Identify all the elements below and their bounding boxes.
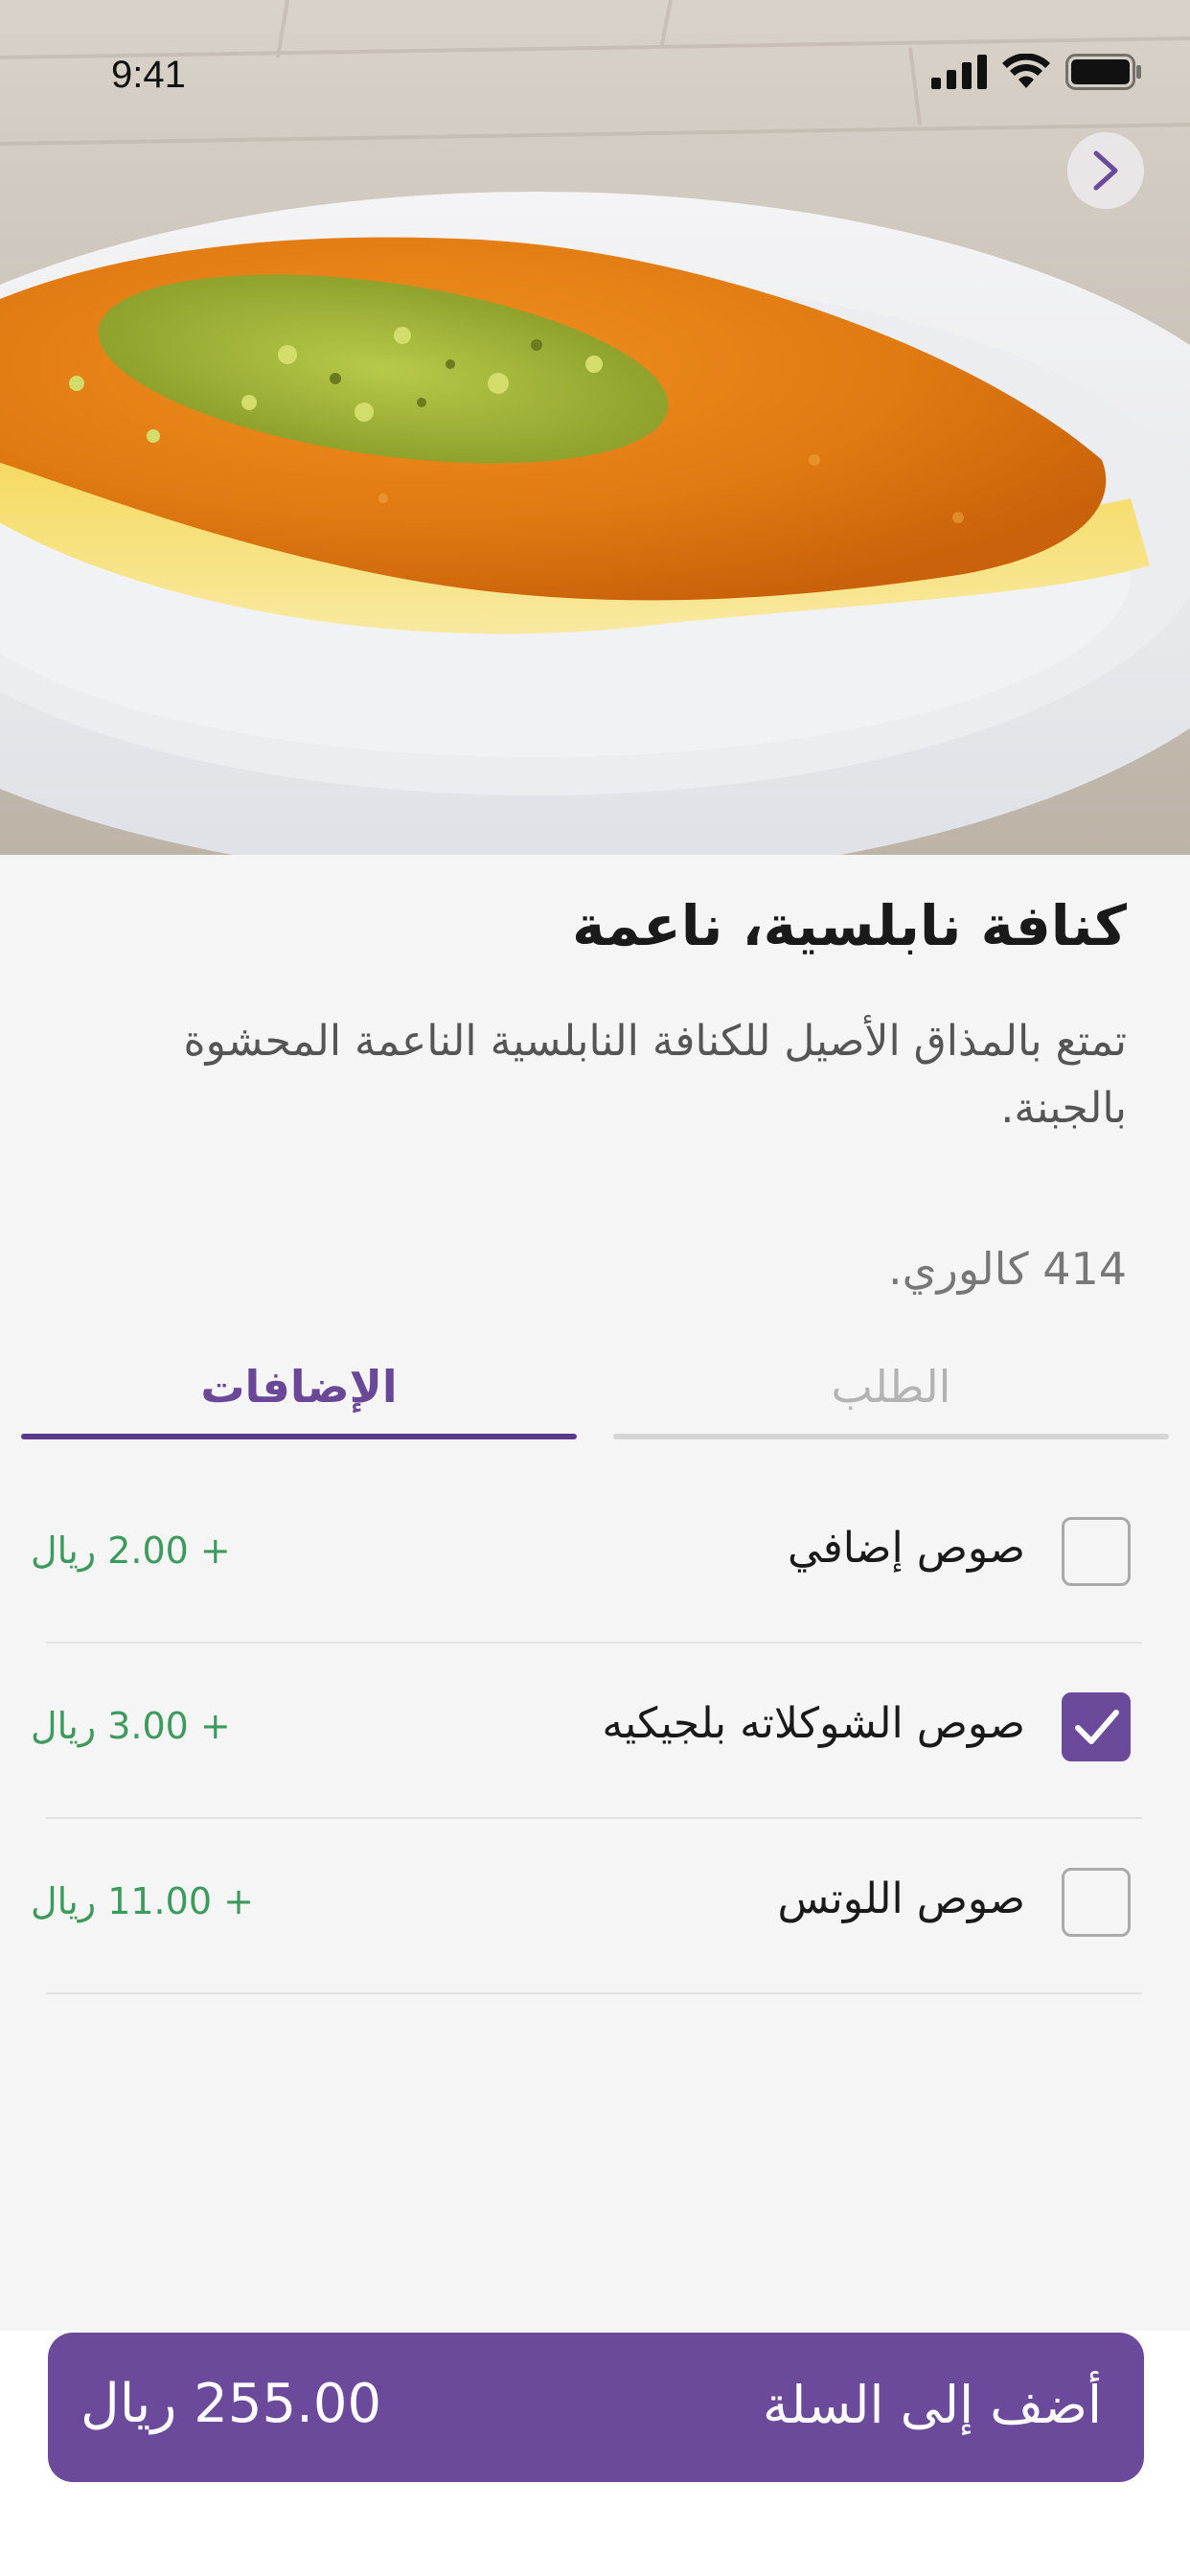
addon-row-extra-sauce[interactable]: صوص إضافي + 2.00 ريال [31,1468,1142,1644]
tab-order-underline [613,1434,1169,1439]
addon-price: + 11.00 ريال [31,1880,254,1922]
addon-row-lotus[interactable]: صوص اللوتس + 11.00 ريال [31,1819,1142,1994]
tab-addons-underline [21,1434,577,1439]
addon-checkbox[interactable] [1062,1517,1131,1586]
signal-icon [931,55,987,89]
chevron-right-icon [1093,150,1118,191]
tab-order[interactable]: الطلب [613,1361,1169,1439]
status-time: 9:41 [111,54,186,96]
checkmark-icon [1075,1710,1119,1744]
product-title: كنافة نابلسية، ناعمة [572,893,1127,958]
addon-name: صوص اللوتس [777,1874,1025,1923]
product-details: كنافة نابلسية، ناعمة تمتع بالمذاق الأصيل… [0,855,1190,2331]
battery-icon [1065,54,1141,90]
cart-total: 255.00 ريال [80,2373,382,2435]
product-calories: 414 كالوري. [888,1243,1127,1295]
addon-row-belgian-chocolate[interactable]: صوص الشوكلاته بلجيكيه + 3.00 ريال [31,1644,1142,1819]
tab-addons-label: الإضافات [200,1361,398,1413]
tab-addons[interactable]: الإضافات [21,1361,577,1439]
addon-checkbox[interactable] [1062,1868,1131,1937]
addon-name: صوص إضافي [788,1524,1025,1573]
back-button[interactable] [1067,132,1144,209]
addon-price: + 2.00 ريال [31,1530,231,1572]
addon-price: + 3.00 ريال [31,1705,231,1747]
status-icons [931,54,1142,90]
tabs: الطلب الإضافات [21,1361,1169,1439]
addons-list: صوص إضافي + 2.00 ريال صوص الشوكلاته بلجي… [31,1468,1142,1994]
tab-order-label: الطلب [831,1361,951,1413]
add-to-cart-label: أضف إلى السلة [762,2375,1102,2435]
addon-name: صوص الشوكلاته بلجيكيه [602,1699,1025,1748]
addon-checkbox-checked[interactable] [1062,1692,1131,1761]
status-bar: 9:41 [0,0,1190,144]
product-description: تمتع بالمذاق الأصيل للكنافة النابلسية ال… [183,1017,1127,1133]
wifi-icon [1002,54,1050,88]
add-to-cart-button[interactable]: أضف إلى السلة 255.00 ريال [48,2333,1144,2482]
